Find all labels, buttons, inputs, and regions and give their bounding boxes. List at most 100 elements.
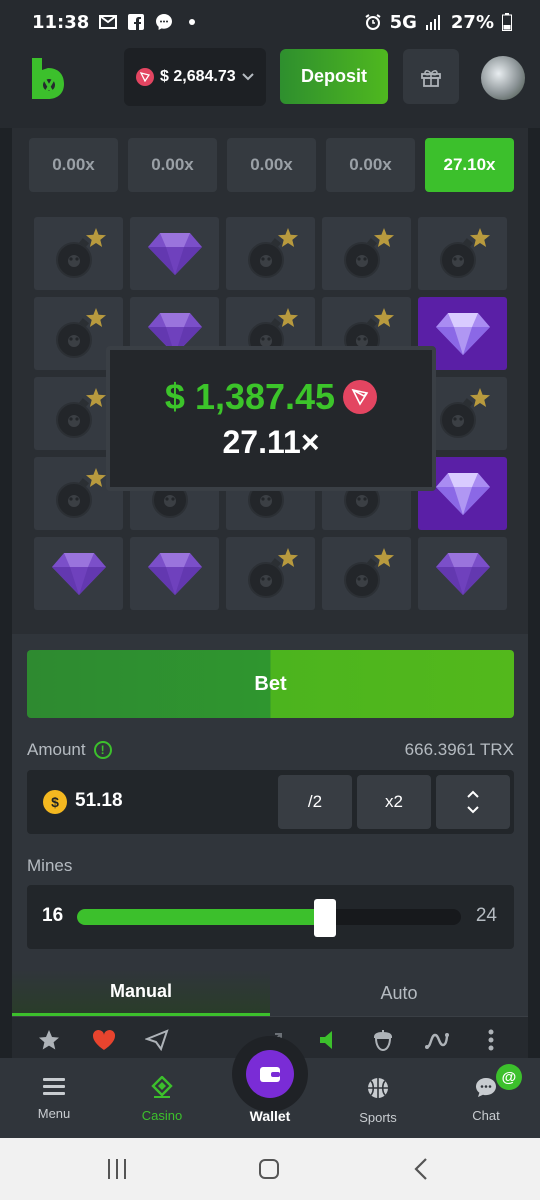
grid-tile[interactable] bbox=[130, 217, 219, 290]
home-icon bbox=[259, 1159, 279, 1179]
bomb-icon bbox=[439, 227, 490, 278]
multiplier-step: 0.00x bbox=[326, 138, 415, 192]
multiplier-row: 0.00x 0.00x 0.00x 0.00x 27.10x bbox=[29, 138, 514, 192]
gift-button[interactable] bbox=[403, 49, 459, 104]
bet-controls: Bet Amount ! 666.3961 TRX $ 51.18 /2 x2 … bbox=[12, 634, 528, 1064]
stats-button[interactable] bbox=[424, 1027, 450, 1053]
fairness-button[interactable] bbox=[370, 1027, 396, 1053]
like-button[interactable] bbox=[91, 1027, 117, 1053]
multiplier-step: 0.00x bbox=[128, 138, 217, 192]
nav-menu-label: Menu bbox=[37, 1106, 71, 1121]
mines-game-panel: 0.00x 0.00x 0.00x 0.00x 27.10x $ 1,387.4… bbox=[12, 128, 528, 634]
chevron-up-down-icon bbox=[467, 790, 479, 814]
nav-menu[interactable]: Menu bbox=[9, 1076, 99, 1121]
mines-slider-fill bbox=[77, 909, 326, 925]
gem-icon bbox=[147, 552, 202, 595]
facebook-icon bbox=[128, 14, 145, 30]
trx-coin-icon bbox=[136, 68, 154, 86]
acorn-icon bbox=[373, 1030, 393, 1052]
chat-icon bbox=[476, 1078, 496, 1097]
win-popup: $ 1,387.45 27.11× bbox=[106, 346, 436, 491]
nav-wallet-label: Wallet bbox=[249, 1108, 291, 1124]
gift-icon bbox=[421, 69, 441, 87]
bomb-icon bbox=[247, 227, 298, 278]
star-icon bbox=[39, 1030, 59, 1050]
signal-icon bbox=[425, 15, 440, 30]
half-button[interactable]: /2 bbox=[278, 775, 352, 829]
back-button[interactable] bbox=[408, 1156, 434, 1182]
recent-apps-button[interactable] bbox=[104, 1156, 130, 1182]
nav-casino-label: Casino bbox=[141, 1108, 183, 1123]
network-type: 5G bbox=[389, 11, 417, 33]
balance-selector[interactable]: $ 2,684.73 bbox=[124, 48, 266, 106]
sound-button[interactable] bbox=[316, 1027, 342, 1053]
bomb-icon bbox=[439, 387, 490, 438]
mines-slider-thumb[interactable] bbox=[314, 899, 337, 937]
trend-icon bbox=[425, 1033, 449, 1049]
multiplier-step: 27.10x bbox=[425, 138, 514, 192]
home-button[interactable] bbox=[256, 1156, 282, 1182]
casino-icon bbox=[151, 1076, 173, 1098]
tab-auto[interactable]: Auto bbox=[270, 970, 528, 1016]
bomb-icon bbox=[55, 307, 106, 358]
mines-slider-track[interactable] bbox=[77, 899, 461, 937]
amount-label: Amount bbox=[27, 740, 86, 759]
basketball-icon bbox=[368, 1078, 388, 1098]
chevron-down-icon bbox=[241, 73, 254, 81]
speaker-icon bbox=[320, 1031, 332, 1049]
alarm-icon bbox=[365, 14, 381, 30]
gem-icon bbox=[51, 552, 106, 595]
mines-slider: 16 24 bbox=[27, 885, 514, 949]
bomb-icon bbox=[55, 467, 106, 518]
bomb-icon bbox=[247, 547, 298, 598]
notification-dot-icon bbox=[189, 19, 196, 25]
hamburger-icon bbox=[43, 1078, 65, 1095]
heart-icon bbox=[92, 1029, 116, 1050]
mines-value: 16 bbox=[42, 905, 64, 926]
messenger-icon bbox=[156, 14, 173, 30]
gem-icon bbox=[435, 472, 490, 515]
amount-value[interactable]: 51.18 bbox=[75, 790, 123, 812]
double-button[interactable]: x2 bbox=[357, 775, 431, 829]
win-multiplier: 27.11× bbox=[222, 424, 320, 460]
deposit-button[interactable]: Deposit bbox=[280, 49, 388, 104]
grid-tile[interactable] bbox=[322, 217, 411, 290]
bomb-icon bbox=[343, 227, 394, 278]
multiplier-step: 0.00x bbox=[227, 138, 316, 192]
mines-label: Mines bbox=[27, 856, 73, 875]
status-time: 11:38 bbox=[32, 11, 90, 33]
more-button[interactable] bbox=[478, 1027, 504, 1053]
avatar[interactable] bbox=[481, 56, 525, 100]
trx-coin-icon bbox=[343, 380, 378, 414]
back-icon bbox=[414, 1158, 427, 1180]
grid-tile[interactable] bbox=[418, 537, 507, 610]
gem-icon bbox=[435, 552, 490, 595]
gem-icon bbox=[147, 232, 202, 275]
grid-tile[interactable] bbox=[130, 537, 219, 610]
balance-amount: $ 2,684.73 bbox=[160, 68, 236, 85]
chat-mention-badge: @ bbox=[496, 1064, 522, 1090]
recent-apps-icon bbox=[108, 1159, 126, 1179]
nav-sports[interactable]: Sports bbox=[333, 1076, 423, 1125]
grid-tile[interactable] bbox=[34, 537, 123, 610]
bc-logo-icon[interactable] bbox=[28, 56, 68, 100]
range-toggle-button[interactable] bbox=[436, 775, 510, 829]
info-icon[interactable]: ! bbox=[93, 741, 112, 759]
amount-input[interactable]: $ 51.18 /2 x2 bbox=[27, 770, 514, 834]
nav-wallet[interactable] bbox=[232, 1036, 308, 1112]
bet-button[interactable]: Bet bbox=[27, 650, 514, 718]
grid-tile[interactable] bbox=[418, 217, 507, 290]
tab-manual[interactable]: Manual bbox=[12, 970, 270, 1016]
grid-tile[interactable] bbox=[226, 537, 315, 610]
favorite-button[interactable] bbox=[36, 1027, 62, 1053]
bottom-nav: Menu Casino Wallet Sports Chat @ bbox=[0, 1036, 540, 1138]
grid-tile[interactable] bbox=[322, 537, 411, 610]
grid-tile[interactable] bbox=[34, 217, 123, 290]
system-nav-bar bbox=[0, 1138, 540, 1200]
battery-icon bbox=[502, 13, 512, 31]
dollar-coin-icon: $ bbox=[43, 790, 67, 814]
bomb-icon bbox=[343, 547, 394, 598]
nav-casino[interactable]: Casino bbox=[117, 1076, 207, 1123]
grid-tile[interactable] bbox=[226, 217, 315, 290]
share-button[interactable] bbox=[144, 1027, 170, 1053]
